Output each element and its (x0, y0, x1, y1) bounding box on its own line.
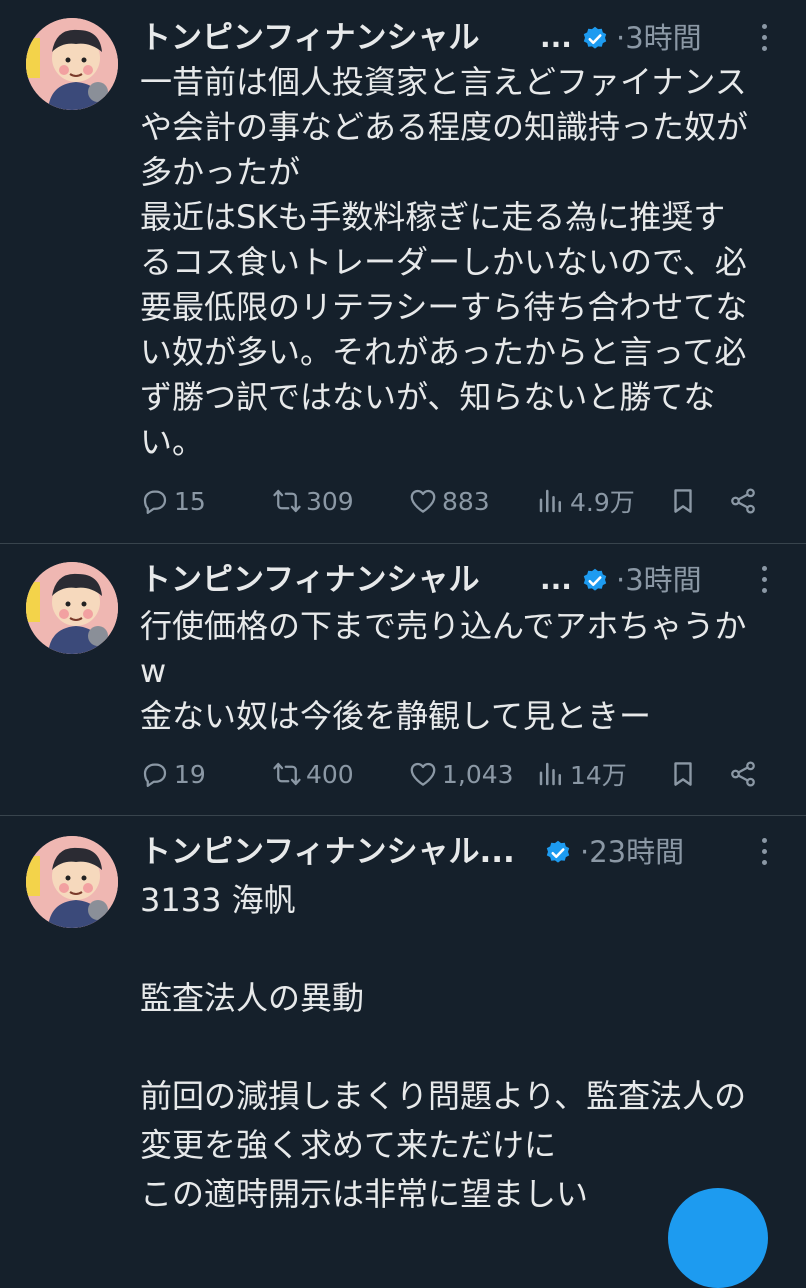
like-count: 883 (442, 486, 490, 516)
views-button[interactable]: 14万 (536, 754, 627, 794)
name-ellipsis: ... (540, 21, 572, 54)
reply-count: 19 (174, 759, 206, 789)
views-icon (539, 489, 561, 513)
views-count: 14万 (570, 761, 627, 790)
reply-count: 15 (174, 486, 206, 516)
views-count: 4.9万 (570, 488, 635, 517)
verified-badge-icon (546, 840, 570, 863)
like-button[interactable]: 1,043 (408, 754, 514, 794)
retweet-count: 309 (306, 486, 354, 516)
like-icon (410, 762, 436, 786)
tweet[interactable]: トンピンフィナンシャル ... ·3時間 一昔前は個人投資家と言えどファイナンス… (0, 0, 806, 543)
timestamp[interactable]: ·23時間 (580, 830, 684, 874)
avatar-illustration-icon (26, 562, 118, 654)
retweet-button[interactable]: 400 (272, 754, 354, 794)
share-icon (731, 488, 755, 514)
verified-badge-icon (583, 26, 607, 49)
reply-icon (143, 763, 167, 787)
avatar-illustration-icon (26, 18, 118, 110)
verified-badge-icon (583, 568, 607, 591)
author-name[interactable]: トンピンフィナンシャル (140, 16, 479, 60)
bookmark-button[interactable] (668, 754, 702, 794)
avatar[interactable] (26, 18, 118, 110)
share-icon (731, 761, 755, 787)
share-button[interactable] (728, 754, 762, 794)
avatar-illustration-icon (26, 836, 118, 928)
tweet[interactable]: トンピンフィナンシャル... ·23時間 3133 海帆 監査法人の異動 前回の… (0, 816, 806, 1213)
like-count: 1,043 (442, 759, 514, 789)
more-options-icon[interactable] (760, 838, 768, 868)
views-icon (539, 762, 561, 786)
tweet[interactable]: トンピンフィナンシャル ... ·3時間 行使価格の下まで売り込んでアホちゃうか… (0, 544, 806, 814)
tweet-text: 行使価格の下まで売り込んでアホちゃうか w 金ない奴は今後を静観して見ときー (140, 607, 747, 735)
tweet-text: 一昔前は個人投資家と言えどファイナンス や会計の事などある程度の知識持った奴が … (140, 63, 749, 461)
retweet-count: 400 (306, 759, 354, 789)
views-button[interactable]: 4.9万 (536, 481, 635, 521)
more-options-icon[interactable] (760, 566, 768, 596)
timestamp[interactable]: ·3時間 (616, 558, 702, 602)
reply-button[interactable]: 15 (140, 481, 206, 521)
retweet-icon (273, 762, 301, 786)
reply-button[interactable]: 19 (140, 754, 206, 794)
bookmark-icon (674, 489, 692, 513)
avatar[interactable] (26, 562, 118, 654)
retweet-button[interactable]: 309 (272, 481, 354, 521)
compose-button[interactable] (668, 1188, 768, 1288)
author-name[interactable]: トンピンフィナンシャル... (140, 830, 515, 874)
like-button[interactable]: 883 (408, 481, 490, 521)
timestamp[interactable]: ·3時間 (616, 16, 702, 60)
share-button[interactable] (728, 481, 762, 521)
name-ellipsis: ... (540, 563, 572, 596)
author-name[interactable]: トンピンフィナンシャル (140, 558, 479, 602)
bookmark-icon (674, 762, 692, 786)
retweet-icon (273, 489, 301, 513)
like-icon (410, 489, 436, 513)
more-options-icon[interactable] (760, 24, 768, 54)
tweet-text: 3133 海帆 監査法人の異動 前回の減損しまくり問題より、監査法人の 変更を強… (140, 881, 747, 1213)
bookmark-button[interactable] (668, 481, 702, 521)
avatar[interactable] (26, 836, 118, 928)
reply-icon (143, 490, 167, 514)
